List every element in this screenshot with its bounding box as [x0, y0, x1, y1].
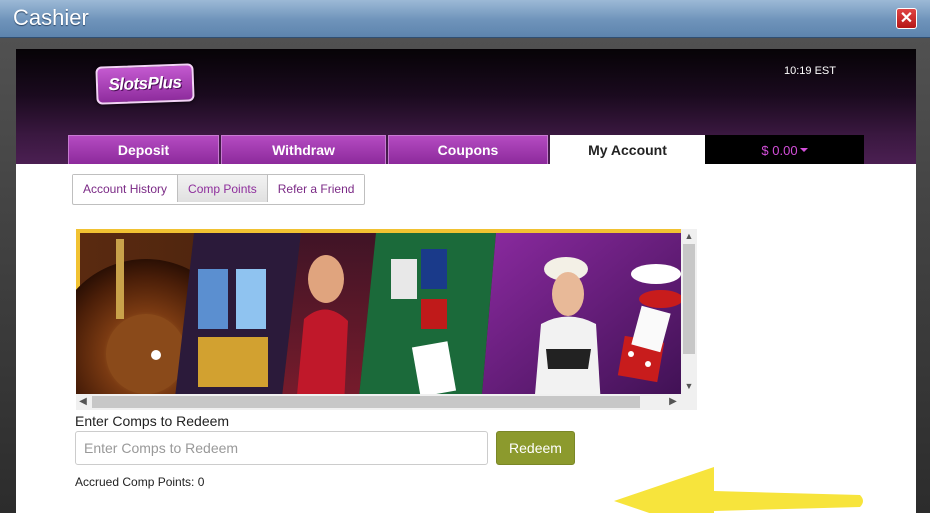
slotsplus-logo: SlotsPlus: [95, 63, 195, 105]
tab-withdraw[interactable]: Withdraw: [221, 135, 386, 164]
balance-amount: $ 0.00: [761, 142, 798, 158]
subtab-comp-points[interactable]: Comp Points: [178, 175, 268, 202]
horizontal-scroll-thumb[interactable]: [92, 396, 640, 408]
chevron-down-icon: [799, 148, 808, 152]
account-subnav: Account History Comp Points Refer a Frie…: [72, 174, 366, 205]
promo-banner-image: [76, 229, 697, 410]
scroll-up-icon[interactable]: ▲: [681, 229, 697, 243]
scroll-down-icon[interactable]: ▼: [681, 379, 697, 393]
tab-deposit[interactable]: Deposit: [68, 135, 219, 164]
redeem-label: Enter Comps to Redeem: [75, 413, 230, 429]
comps-redeem-input[interactable]: [75, 431, 488, 465]
accrued-comp-points: Accrued Comp Points: 0: [75, 475, 205, 489]
window-title: Cashier: [13, 5, 89, 30]
tab-coupons[interactable]: Coupons: [388, 135, 548, 164]
banner-vertical-scrollbar[interactable]: ▲ ▼: [681, 229, 697, 394]
tab-my-account[interactable]: My Account: [550, 135, 705, 164]
balance-dropdown[interactable]: $ 0.00: [705, 135, 864, 164]
cashier-content: SlotsPlus 10:19 EST Deposit Withdraw Cou…: [16, 49, 916, 513]
redeem-button[interactable]: Redeem: [496, 431, 575, 465]
scroll-right-icon[interactable]: ▶: [666, 394, 680, 410]
site-header: SlotsPlus 10:19 EST Deposit Withdraw Cou…: [16, 49, 916, 164]
close-button[interactable]: ✕: [896, 8, 917, 29]
clock-time: 10:19 EST: [784, 65, 836, 77]
subtab-account-history[interactable]: Account History: [73, 175, 179, 202]
subtab-refer-a-friend[interactable]: Refer a Friend: [267, 175, 365, 202]
scroll-left-icon[interactable]: ◀: [76, 394, 90, 410]
title-bar: Cashier ✕: [0, 0, 930, 38]
vertical-scroll-thumb[interactable]: [683, 244, 695, 354]
close-icon: ✕: [899, 9, 914, 27]
banner-horizontal-scrollbar[interactable]: ◀ ▶: [76, 394, 697, 410]
pointer-arrow-icon: [614, 467, 863, 513]
